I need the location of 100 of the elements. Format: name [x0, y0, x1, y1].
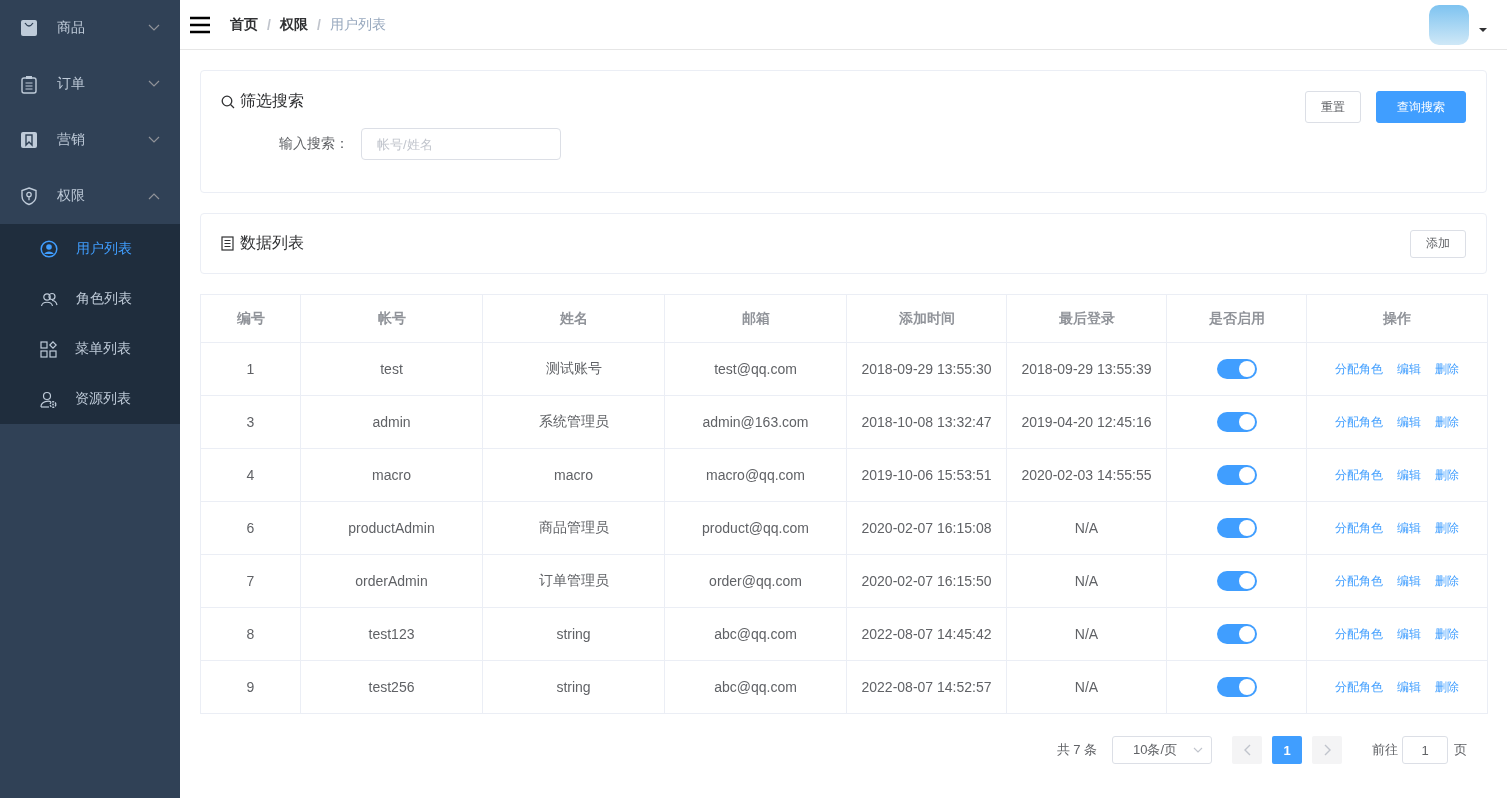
column-header: 帐号 — [300, 294, 483, 343]
list-icon — [221, 236, 234, 251]
table-cell: macro@qq.com — [664, 448, 847, 502]
toggle-switch[interactable] — [1216, 624, 1257, 644]
table-cell: macro — [482, 448, 665, 502]
table-cell: 7 — [200, 554, 301, 608]
table-cell: N/A — [1006, 660, 1167, 714]
table-cell: productAdmin — [300, 501, 483, 555]
toggle-switch[interactable] — [1216, 412, 1257, 432]
search-field[interactable]: 帐号/姓名 — [361, 128, 561, 160]
table-cell: 2020-02-03 14:55:55 — [1006, 448, 1167, 502]
avatar-image[interactable] — [1429, 4, 1469, 45]
toggle-switch[interactable] — [1216, 518, 1257, 538]
toggle-switch[interactable] — [1216, 571, 1257, 591]
chevron-left-icon — [1243, 744, 1251, 756]
table-cell: string — [482, 607, 665, 661]
table-cell: 1 — [200, 342, 301, 396]
menu-icon[interactable] — [190, 15, 210, 34]
users-icon — [40, 291, 58, 307]
action-link[interactable]: 编辑 — [1397, 680, 1421, 694]
table-cell: admin — [300, 395, 483, 449]
table-cell: 2020-02-07 16:15:08 — [846, 501, 1007, 555]
breadcrumb-separator: / — [316, 16, 321, 33]
shield-icon — [20, 186, 38, 206]
table-cell: 2022-08-07 14:52:57 — [846, 660, 1007, 714]
column-header: 是否启用 — [1166, 294, 1307, 343]
menu-item[interactable]: 订单 — [0, 56, 180, 112]
table-cell: N/A — [1006, 501, 1167, 555]
table-cell: 8 — [200, 607, 301, 661]
clipboard-icon — [20, 74, 38, 94]
action-link[interactable]: 分配角色 — [1335, 415, 1383, 429]
table-cell: test@qq.com — [664, 342, 847, 396]
column-header: 邮箱 — [664, 294, 847, 343]
table-cell: macro — [300, 448, 483, 502]
submenu-item[interactable]: 资源列表 — [0, 374, 180, 424]
action-link[interactable]: 编辑 — [1397, 468, 1421, 482]
section-title: 数据列表 — [240, 233, 304, 253]
action-link[interactable]: 删除 — [1435, 468, 1459, 482]
table-cell: string — [482, 660, 665, 714]
action-link[interactable]: 编辑 — [1397, 362, 1421, 376]
goto-label: 前往 — [1372, 741, 1398, 759]
action-link[interactable]: 编辑 — [1397, 415, 1421, 429]
table-cell: 2018-09-29 13:55:30 — [846, 342, 1007, 396]
grid-icon — [40, 340, 57, 358]
menu-item[interactable]: 商品 — [0, 0, 180, 56]
user-circle-icon — [40, 240, 58, 258]
page-size-select[interactable]: 10条/页 — [1112, 736, 1212, 764]
breadcrumb-item[interactable]: 权限 — [279, 15, 308, 34]
action-link[interactable]: 分配角色 — [1335, 627, 1383, 641]
table-cell: 3 — [200, 395, 301, 449]
reset-button[interactable]: 重置 — [1305, 91, 1361, 123]
action-link[interactable]: 编辑 — [1397, 521, 1421, 535]
breadcrumb-separator: / — [267, 16, 271, 33]
submenu-item[interactable]: 菜单列表 — [0, 324, 180, 374]
table-cell: orderAdmin — [300, 554, 483, 608]
action-link[interactable]: 删除 — [1435, 627, 1459, 641]
action-link[interactable]: 删除 — [1435, 521, 1459, 535]
section-title: 筛选搜索 — [240, 91, 304, 111]
column-header: 添加时间 — [846, 294, 1007, 343]
submenu-item[interactable]: 角色列表 — [0, 274, 180, 324]
page-number-field[interactable]: 1 — [1402, 736, 1448, 764]
bookmark-icon — [20, 131, 38, 149]
action-link[interactable]: 删除 — [1435, 680, 1459, 694]
action-link[interactable]: 编辑 — [1397, 627, 1421, 641]
action-link[interactable]: 删除 — [1435, 574, 1459, 588]
action-link[interactable]: 编辑 — [1397, 574, 1421, 588]
table-cell: product@qq.com — [664, 501, 847, 555]
table-cell: 订单管理员 — [482, 554, 665, 608]
table-cell: 2020-02-07 16:15:50 — [846, 554, 1007, 608]
action-link[interactable]: 分配角色 — [1335, 680, 1383, 694]
column-header: 最后登录 — [1006, 294, 1167, 343]
table-cell: order@qq.com — [664, 554, 847, 608]
toggle-switch[interactable] — [1216, 677, 1257, 697]
add-button[interactable]: 添加 — [1410, 229, 1466, 258]
action-link[interactable]: 删除 — [1435, 415, 1459, 429]
menu-item[interactable]: 营销 — [0, 112, 180, 168]
toggle-switch[interactable] — [1216, 359, 1257, 379]
table-cell: test256 — [300, 660, 483, 714]
field-label: 输入搜索： — [279, 135, 350, 153]
table-cell: N/A — [1006, 607, 1167, 661]
toggle-switch[interactable] — [1216, 465, 1257, 485]
action-link[interactable]: 分配角色 — [1335, 362, 1383, 376]
search-button[interactable]: 查询搜索 — [1376, 91, 1466, 123]
action-link[interactable]: 分配角色 — [1335, 574, 1383, 588]
breadcrumb-item[interactable]: 首页 — [230, 15, 258, 34]
action-link[interactable]: 分配角色 — [1335, 521, 1383, 535]
chevron-down-icon — [148, 80, 160, 88]
menu-item[interactable]: 权限 — [0, 168, 180, 224]
page-button[interactable]: 1 — [1272, 736, 1302, 764]
submenu-item[interactable]: 用户列表 — [0, 224, 180, 274]
user-gear-icon — [40, 390, 57, 408]
caret-down-icon[interactable] — [1479, 27, 1487, 32]
table-cell: 9 — [200, 660, 301, 714]
action-link[interactable]: 删除 — [1435, 362, 1459, 376]
table-cell: N/A — [1006, 554, 1167, 608]
table-cell: 6 — [200, 501, 301, 555]
table-cell: 测试账号 — [482, 342, 665, 396]
column-header: 操作 — [1306, 294, 1488, 343]
table-cell: test123 — [300, 607, 483, 661]
action-link[interactable]: 分配角色 — [1335, 468, 1383, 482]
